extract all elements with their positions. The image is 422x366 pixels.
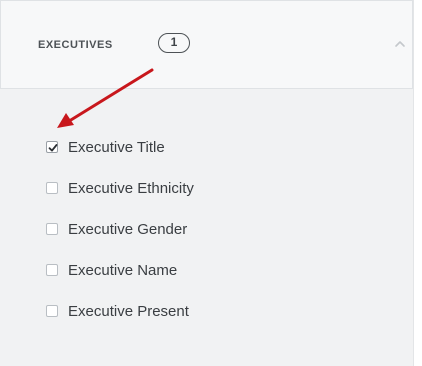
- option-label: Executive Gender: [68, 220, 188, 238]
- option-label: Executive Ethnicity: [68, 179, 194, 197]
- checkmark-icon: [48, 144, 58, 152]
- executive-present-checkbox[interactable]: [46, 305, 58, 317]
- executives-section-header[interactable]: EXECUTIVES 1: [0, 0, 413, 89]
- option-executive-ethnicity[interactable]: Executive Ethnicity: [46, 177, 194, 199]
- executives-filter-panel: EXECUTIVES 1 Executive Title Executive E…: [0, 0, 414, 366]
- executive-title-checkbox[interactable]: [46, 141, 58, 153]
- executive-name-checkbox[interactable]: [46, 264, 58, 276]
- section-title: EXECUTIVES: [38, 39, 113, 51]
- selected-count-badge: 1: [158, 33, 190, 53]
- option-label: Executive Name: [68, 261, 178, 279]
- option-executive-name[interactable]: Executive Name: [46, 259, 177, 281]
- option-label: Executive Title: [68, 138, 165, 156]
- executive-ethnicity-checkbox[interactable]: [46, 182, 58, 194]
- option-executive-gender[interactable]: Executive Gender: [46, 218, 187, 240]
- option-label: Executive Present: [68, 302, 189, 320]
- option-executive-present[interactable]: Executive Present: [46, 300, 189, 322]
- chevron-up-icon[interactable]: [393, 39, 407, 49]
- executive-gender-checkbox[interactable]: [46, 223, 58, 235]
- option-executive-title[interactable]: Executive Title: [46, 136, 165, 158]
